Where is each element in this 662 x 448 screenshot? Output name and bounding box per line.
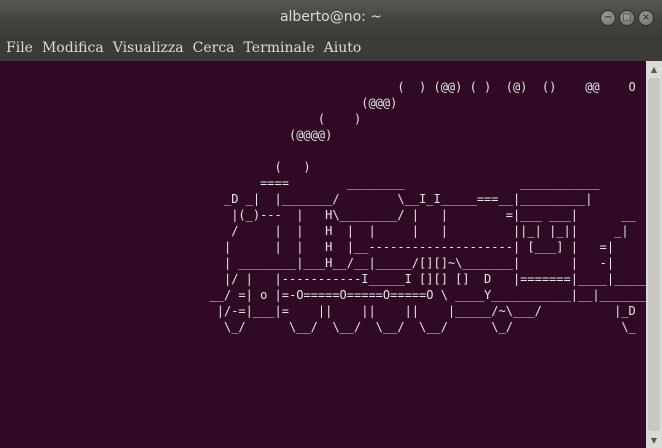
terminal-line: ==== ________ ___________ bbox=[0, 176, 600, 190]
menu-aiuto[interactable]: Aiuto bbox=[324, 36, 362, 61]
menu-cerca[interactable]: Cerca bbox=[193, 36, 235, 61]
maximize-button[interactable]: □ bbox=[619, 10, 635, 26]
close-icon: × bbox=[641, 12, 651, 23]
terminal-line: |/ | |-----------I_____I [][] [] D |====… bbox=[0, 272, 646, 286]
terminal-line: | | | H |__--------------------| [___] |… bbox=[0, 240, 615, 254]
terminal-output: ( ) (@@) ( ) (@) () @@ O (@@@) ( ) (@@@@… bbox=[0, 79, 647, 335]
menu-file[interactable]: File bbox=[6, 36, 33, 61]
minimize-icon: − bbox=[603, 12, 613, 23]
terminal-line: __/ =| o |=-O=====O=====O=====O \ ____Y_… bbox=[0, 288, 647, 302]
terminal-line: ( ) bbox=[0, 112, 362, 126]
scrollbar-thumb[interactable] bbox=[648, 78, 660, 431]
title-bar[interactable]: alberto@no: ~ − □ × bbox=[0, 0, 662, 36]
terminal-line: _D _| |_______/ \__I_I_____===__|_______… bbox=[0, 192, 593, 206]
menu-bar: File Modifica Visualizza Cerca Terminale… bbox=[0, 36, 662, 61]
terminal-line: (@@@) bbox=[0, 96, 398, 110]
terminal-line: | ________|___H__/__|_____/[][]~\_______… bbox=[0, 256, 615, 270]
terminal-line: (@@@@) bbox=[0, 128, 333, 142]
terminal-line: ( ) (@@) ( ) (@) () @@ O bbox=[0, 80, 636, 94]
terminal-line: |/-=|___|= || || || |_____/~\___/ |_D bbox=[0, 304, 636, 318]
menu-visualizza[interactable]: Visualizza bbox=[113, 36, 184, 61]
terminal-area[interactable]: ( ) (@@) ( ) (@) () @@ O (@@@) ( ) (@@@@… bbox=[0, 61, 646, 448]
terminal-line: ( ) bbox=[0, 160, 311, 174]
close-button[interactable]: × bbox=[638, 10, 654, 26]
scroll-up-icon[interactable]: ▲ bbox=[646, 61, 662, 77]
vertical-scrollbar[interactable]: ▲ ▼ bbox=[646, 61, 662, 448]
minimize-button[interactable]: − bbox=[600, 10, 616, 26]
terminal-line: \_/ \__/ \__/ \__/ \__/ \_/ \_ bbox=[0, 320, 636, 334]
terminal-line: |(_)--- | H\________/ | | =|___ ___| __ bbox=[0, 208, 636, 222]
terminal-line: / | | H | | | | ||_| |_|| _| bbox=[0, 224, 629, 238]
menu-modifica[interactable]: Modifica bbox=[42, 36, 104, 61]
window-controls: − □ × bbox=[600, 10, 654, 26]
terminal-window: alberto@no: ~ − □ × File Modifica Visual… bbox=[0, 0, 662, 448]
maximize-icon: □ bbox=[622, 12, 632, 23]
menu-terminale[interactable]: Terminale bbox=[244, 36, 315, 61]
scroll-down-icon[interactable]: ▼ bbox=[646, 432, 662, 448]
window-title: alberto@no: ~ bbox=[279, 9, 383, 25]
